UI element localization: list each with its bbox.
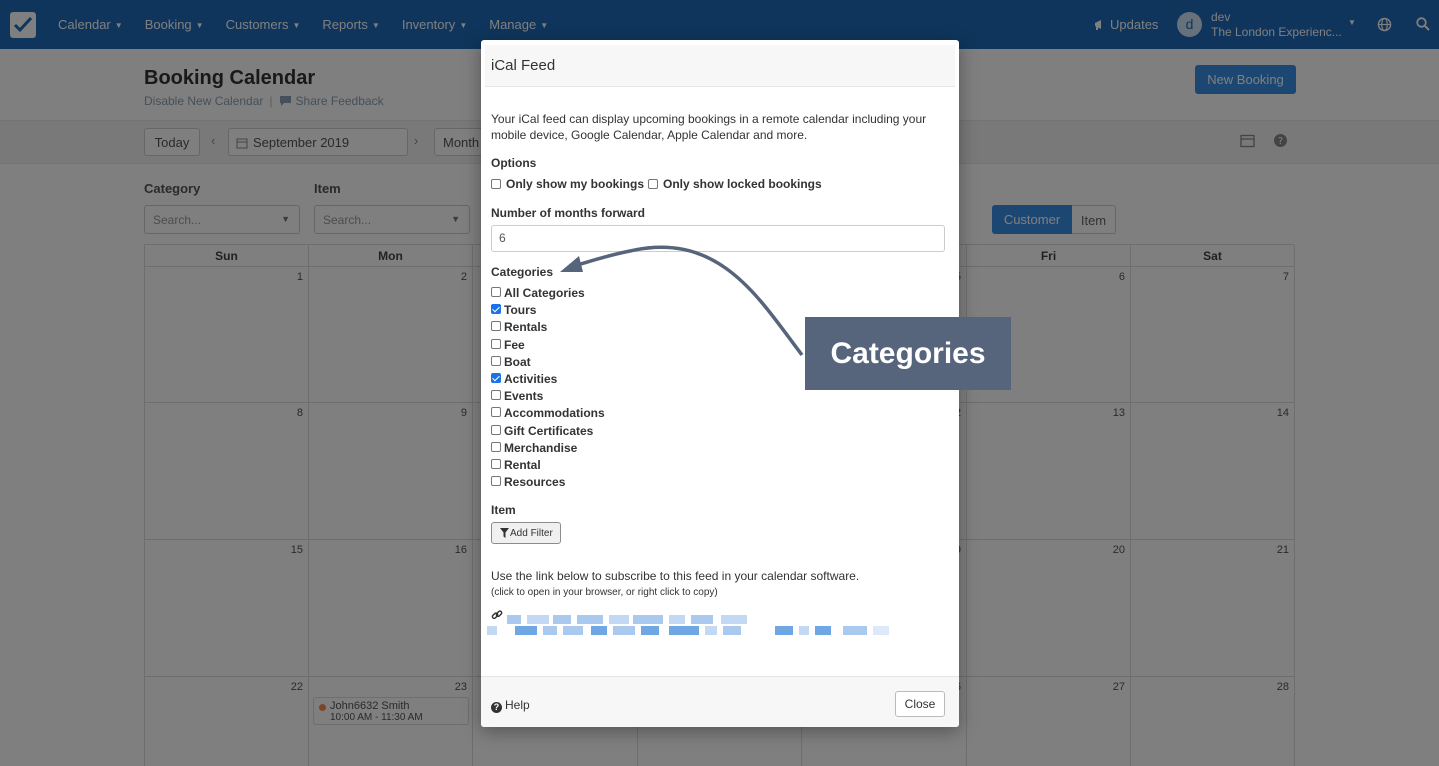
annotation-callout: Categories xyxy=(805,317,1011,390)
annotation-arrow xyxy=(560,245,804,357)
